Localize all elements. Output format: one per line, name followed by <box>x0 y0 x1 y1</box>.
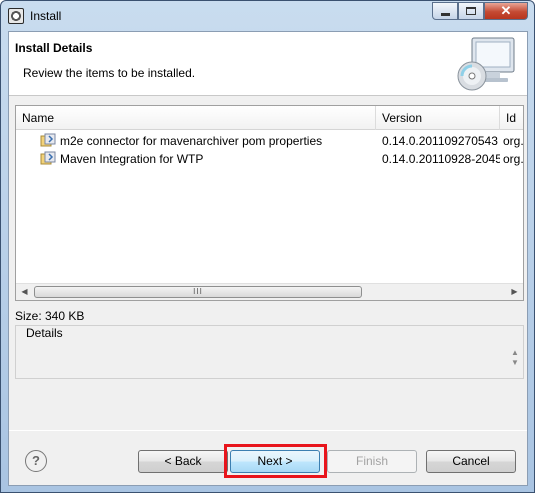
horizontal-scrollbar[interactable]: ◀ III ▶ <box>16 283 523 300</box>
install-items-table: Name Version Id m2e connector for mavena… <box>15 105 524 301</box>
install-window: Install ✕ Install Details Review the ite… <box>0 0 535 493</box>
next-button-highlight <box>224 444 327 478</box>
dialog-client-area: Install Details Review the items to be i… <box>8 31 528 486</box>
table-row[interactable]: m2e connector for mavenarchiver pom prop… <box>16 132 523 150</box>
close-button[interactable]: ✕ <box>484 2 528 20</box>
table-row[interactable]: Maven Integration for WTP 0.14.0.2011092… <box>16 150 523 168</box>
page-description: Review the items to be installed. <box>23 66 196 80</box>
item-name: Maven Integration for WTP <box>60 152 204 166</box>
cancel-button[interactable]: Cancel <box>426 450 516 473</box>
window-title: Install <box>30 9 62 23</box>
table-header: Name Version Id <box>16 106 523 130</box>
wizard-monitor-cd-icon <box>457 37 515 91</box>
scroll-right-arrow-icon[interactable]: ▶ <box>506 284 523 300</box>
title-bar[interactable]: Install ✕ <box>1 1 534 31</box>
details-group: Details ▲ ▼ <box>15 325 524 379</box>
window-controls: ✕ <box>432 2 528 20</box>
scroll-left-arrow-icon[interactable]: ◀ <box>16 284 33 300</box>
item-id: org. <box>503 152 523 166</box>
details-label: Details <box>24 326 65 340</box>
button-bar-separator <box>9 430 527 431</box>
item-version: 0.14.0.201109270543 <box>382 134 498 148</box>
scrollbar-thumb[interactable]: III <box>34 286 362 298</box>
item-name: m2e connector for mavenarchiver pom prop… <box>60 134 323 148</box>
column-header-name[interactable]: Name <box>16 106 376 130</box>
close-icon: ✕ <box>500 3 512 18</box>
feature-icon <box>40 151 56 165</box>
wizard-header: Install Details Review the items to be i… <box>9 32 527 96</box>
page-title: Install Details <box>15 41 93 55</box>
install-size: Size: 340 KB <box>15 309 85 323</box>
maximize-icon <box>466 7 476 15</box>
item-version: 0.14.0.20110928-2045 <box>382 152 500 166</box>
app-icon <box>8 8 24 24</box>
maximize-button[interactable] <box>458 2 484 20</box>
back-button[interactable]: < Back <box>138 450 228 473</box>
minimize-button[interactable] <box>432 2 458 20</box>
feature-icon <box>40 133 56 147</box>
finish-button[interactable]: Finish <box>327 450 417 473</box>
column-header-id[interactable]: Id <box>500 106 523 130</box>
item-id: org. <box>503 134 523 148</box>
minimize-icon <box>440 12 450 16</box>
help-icon[interactable]: ? <box>25 450 47 472</box>
column-header-version[interactable]: Version <box>376 106 500 130</box>
details-scroll-arrows-icon[interactable]: ▲ ▼ <box>510 348 520 368</box>
